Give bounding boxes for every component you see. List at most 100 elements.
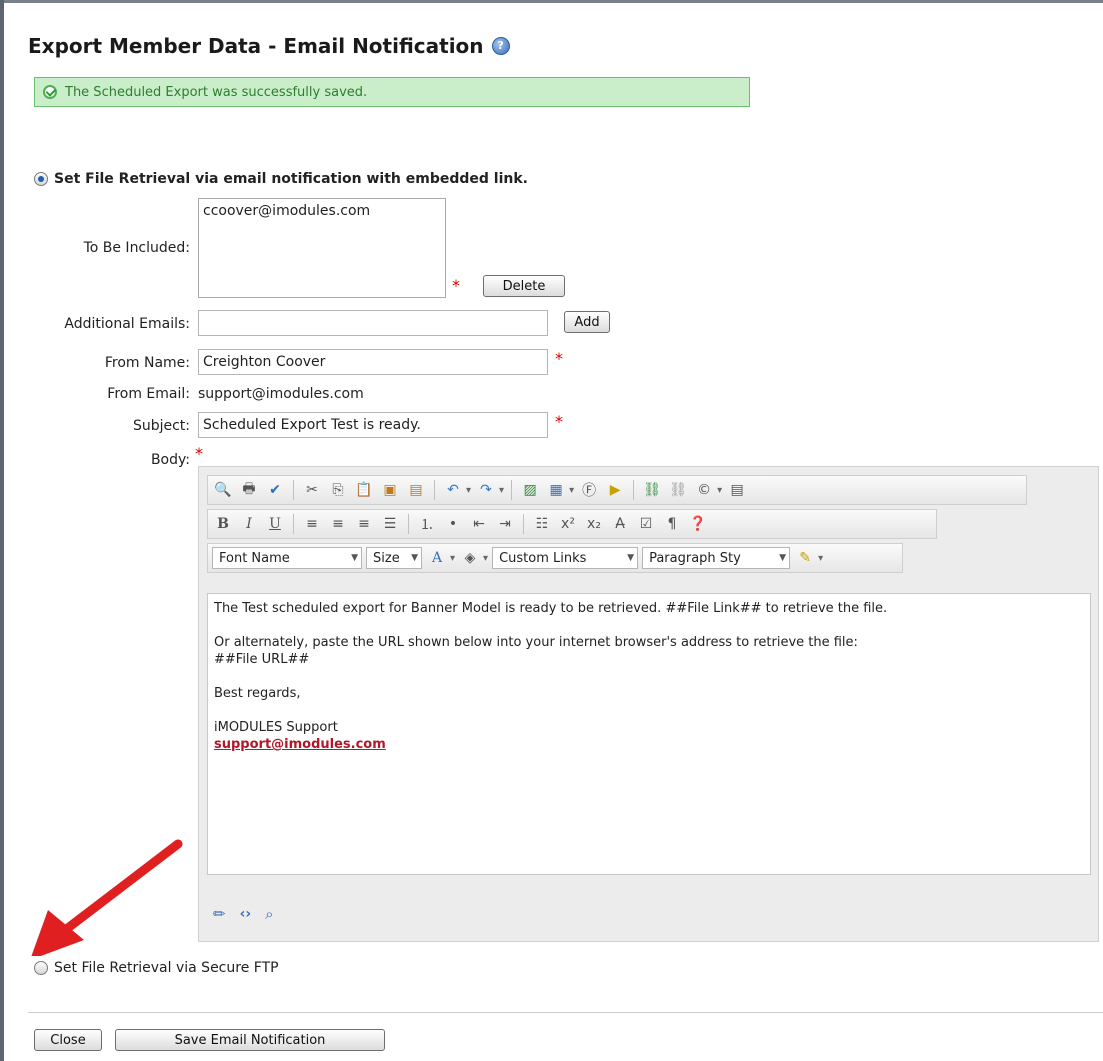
to-be-included-listbox[interactable]: ccoover@imodules.com	[198, 198, 446, 298]
email-retrieval-option[interactable]: Set File Retrieval via email notificatio…	[34, 171, 528, 187]
paragraph-style-select-value: Paragraph Sty	[649, 550, 741, 566]
toolbar-separator	[633, 480, 635, 500]
editor-toolbar-row-3: Font Name ▼ Size ▼ A ▾ ◈ ▾ Custom Links ▼ P…	[207, 543, 903, 573]
ftp-retrieval-option[interactable]: Set File Retrieval via Secure FTP	[34, 960, 279, 976]
undo-icon[interactable]: ↶	[442, 479, 464, 501]
delete-button[interactable]: Delete	[483, 275, 565, 297]
paste-icon[interactable]: 📋	[353, 479, 375, 501]
custom-links-select[interactable]: Custom Links ▼	[492, 547, 639, 569]
unlink-icon[interactable]: ⛓	[667, 479, 689, 501]
bold-icon[interactable]: B	[212, 513, 234, 535]
numbered-list-icon[interactable]: ⒈	[416, 513, 438, 535]
rich-text-editor: 🔍 🖶 ✔ ✂ ⎘ 📋 ▣ ▤ ↶ ▾ ↷ ▾ ▨ ▦ ▾ Ⓕ ▶ ⛓ ⛓ © …	[198, 466, 1099, 942]
align-center-icon[interactable]: ≡	[327, 513, 349, 535]
editor-toolbar-row-2: B I U ≡ ≡ ≡ ☰ ⒈ • ⇤ ⇥ ☷ x² x₂ A̶ ☑ ¶ ❓	[207, 509, 937, 539]
chevron-down-icon: ▼	[351, 553, 358, 563]
support-email-link[interactable]: support@imodules.com	[214, 737, 386, 752]
superscript-icon[interactable]: x²	[557, 513, 579, 535]
form-element-icon[interactable]: ▤	[726, 479, 748, 501]
undo-dropdown-icon[interactable]: ▾	[466, 485, 471, 496]
find-icon[interactable]: 🔍	[212, 479, 234, 501]
table-icon[interactable]: ▦	[545, 479, 567, 501]
select-all-icon[interactable]: ☑	[635, 513, 657, 535]
footer-divider	[28, 1012, 1103, 1013]
chevron-down-icon: ▼	[411, 553, 418, 563]
window-frame-top	[0, 0, 1103, 3]
cut-icon[interactable]: ✂	[301, 479, 323, 501]
justify-icon[interactable]: ☰	[379, 513, 401, 535]
font-name-select-value: Font Name	[219, 550, 290, 566]
font-name-select[interactable]: Font Name ▼	[212, 547, 362, 569]
paragraph-style-select[interactable]: Paragraph Sty ▼	[642, 547, 791, 569]
flash-icon[interactable]: Ⓕ	[578, 479, 600, 501]
print-icon[interactable]: 🖶	[238, 479, 260, 501]
from-email-label: From Email:	[107, 386, 190, 402]
image-icon[interactable]: ▨	[519, 479, 541, 501]
toolbar-separator	[523, 514, 524, 534]
background-color-dropdown-icon[interactable]: ▾	[483, 553, 488, 564]
bulleted-list-icon[interactable]: •	[442, 513, 464, 535]
body-paragraph: ##File URL##	[214, 652, 310, 667]
subject-input[interactable]	[198, 412, 548, 438]
paragraph-marks-icon[interactable]: ¶	[661, 513, 683, 535]
add-button[interactable]: Add	[564, 311, 610, 333]
font-color-dropdown-icon[interactable]: ▾	[450, 553, 455, 564]
editor-content-area[interactable]: The Test scheduled export for Banner Mod…	[207, 593, 1091, 875]
redo-dropdown-icon[interactable]: ▾	[499, 485, 504, 496]
red-arrow-annotation	[31, 839, 183, 956]
outdent-icon[interactable]: ⇤	[468, 513, 490, 535]
paste-plain-text-icon[interactable]: ▤	[405, 479, 427, 501]
indent-icon[interactable]: ⇥	[494, 513, 516, 535]
font-color-icon[interactable]: A	[426, 547, 448, 569]
format-stripper-icon[interactable]: ✎	[794, 547, 816, 569]
underline-icon[interactable]: U	[264, 513, 286, 535]
save-email-notification-button[interactable]: Save Email Notification	[115, 1029, 385, 1051]
help-icon[interactable]: ?	[491, 37, 510, 55]
format-stripper-dropdown-icon[interactable]: ▾	[818, 553, 823, 564]
hyperlink-icon[interactable]: ⛓	[641, 479, 663, 501]
page-title-row: Export Member Data - Email Notification …	[28, 34, 510, 58]
special-character-icon[interactable]: ©	[693, 479, 715, 501]
chevron-down-icon: ▼	[779, 553, 787, 563]
html-mode-icon[interactable]: ‹›	[240, 906, 252, 922]
ftp-retrieval-radio[interactable]	[34, 961, 48, 975]
list-item[interactable]: ccoover@imodules.com	[203, 203, 441, 219]
paste-from-word-icon[interactable]: ▣	[379, 479, 401, 501]
editor-toolbar-row-1: 🔍 🖶 ✔ ✂ ⎘ 📋 ▣ ▤ ↶ ▾ ↷ ▾ ▨ ▦ ▾ Ⓕ ▶ ⛓ ⛓ © …	[207, 475, 1027, 505]
format-block-icon[interactable]: ☷	[531, 513, 553, 535]
copy-icon[interactable]: ⎘	[327, 479, 349, 501]
redo-icon[interactable]: ↷	[475, 479, 497, 501]
font-size-select[interactable]: Size ▼	[366, 547, 422, 569]
subscript-icon[interactable]: x₂	[583, 513, 605, 535]
font-size-select-value: Size	[373, 550, 400, 566]
preview-mode-icon[interactable]: ⌕	[265, 905, 273, 923]
about-help-icon[interactable]: ❓	[687, 513, 709, 535]
required-marker: *	[555, 412, 563, 431]
italic-icon[interactable]: I	[238, 513, 260, 535]
body-paragraph: iMODULES Support	[214, 720, 338, 735]
close-button[interactable]: Close	[34, 1029, 102, 1051]
background-color-icon[interactable]: ◈	[459, 547, 481, 569]
custom-links-select-value: Custom Links	[499, 550, 587, 566]
from-name-input[interactable]	[198, 349, 548, 375]
special-character-dropdown-icon[interactable]: ▾	[717, 485, 722, 496]
toolbar-separator	[434, 480, 435, 500]
align-right-icon[interactable]: ≡	[353, 513, 375, 535]
toolbar-separator	[511, 480, 513, 500]
spellcheck-icon[interactable]: ✔	[264, 479, 286, 501]
email-retrieval-radio[interactable]	[34, 172, 48, 186]
from-name-label: From Name:	[104, 355, 190, 371]
additional-emails-input[interactable]	[198, 310, 548, 336]
strikethrough-icon[interactable]: A̶	[609, 513, 631, 535]
table-dropdown-icon[interactable]: ▾	[569, 485, 574, 496]
required-marker: *	[452, 276, 460, 295]
align-left-icon[interactable]: ≡	[301, 513, 323, 535]
media-icon[interactable]: ▶	[604, 479, 626, 501]
required-marker: *	[555, 349, 563, 368]
chevron-down-icon: ▼	[627, 553, 635, 563]
design-mode-icon[interactable]: ✏	[213, 905, 226, 923]
window-frame-left	[0, 0, 4, 1061]
body-paragraph: Best regards,	[214, 686, 301, 701]
required-marker: *	[195, 444, 203, 463]
success-banner: The Scheduled Export was successfully sa…	[34, 77, 750, 107]
